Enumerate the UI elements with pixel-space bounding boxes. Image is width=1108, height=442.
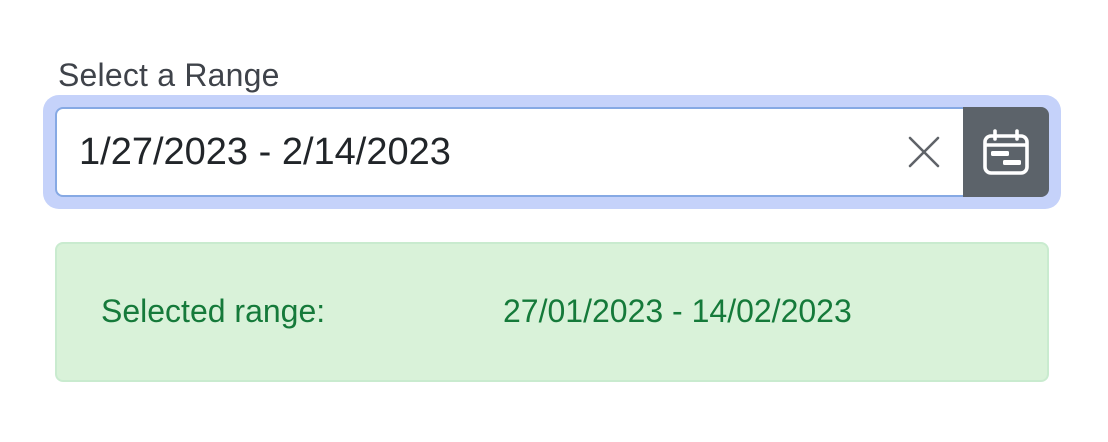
range-picker: 1/27/2023 - 2/14/2023 bbox=[55, 107, 1049, 197]
clear-button[interactable] bbox=[907, 135, 941, 169]
selected-range-value: 27/01/2023 - 14/02/2023 bbox=[503, 293, 852, 329]
range-picker-label: Select a Range bbox=[58, 57, 280, 93]
calendar-button[interactable] bbox=[963, 107, 1049, 197]
selected-range-label: Selected range: bbox=[101, 293, 326, 329]
selected-range-alert: Selected range: 27/01/2023 - 14/02/2023 bbox=[55, 242, 1049, 382]
range-input[interactable]: 1/27/2023 - 2/14/2023 bbox=[79, 109, 451, 195]
calendar-icon bbox=[983, 129, 1029, 175]
range-input-wrapper[interactable]: 1/27/2023 - 2/14/2023 bbox=[55, 107, 963, 197]
close-icon bbox=[908, 136, 940, 168]
